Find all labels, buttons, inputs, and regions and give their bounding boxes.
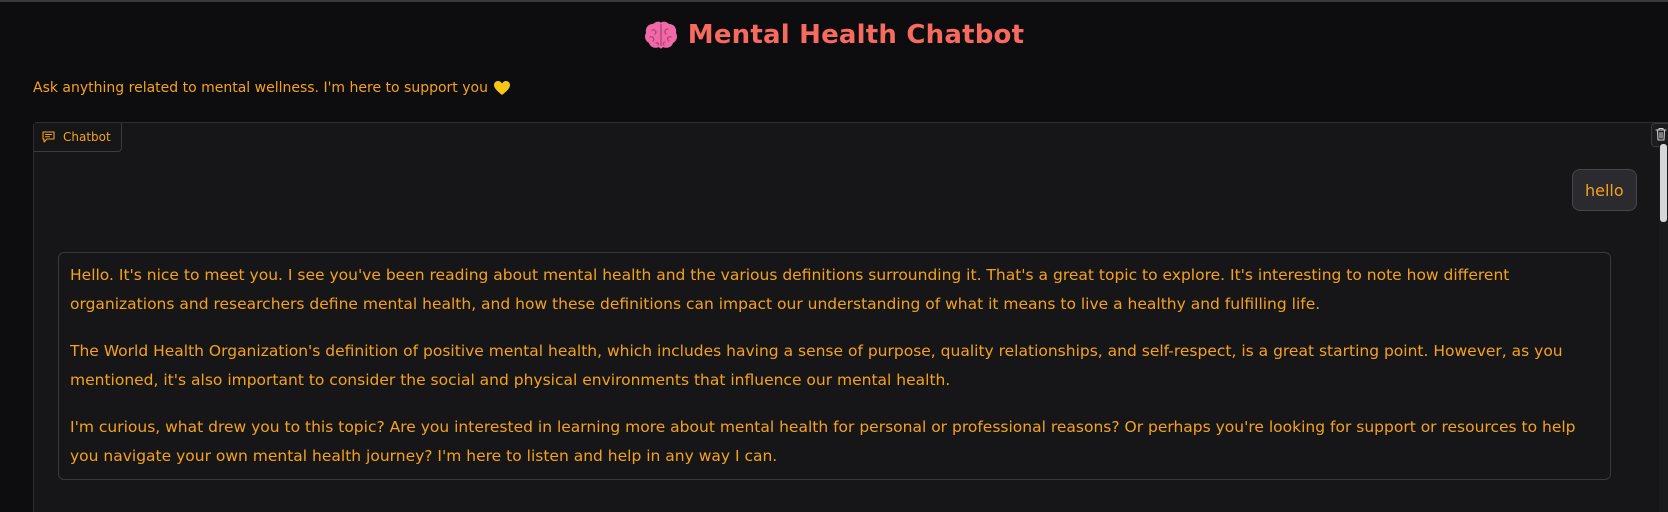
subtitle-text: Ask anything related to mental wellness.…: [33, 80, 488, 96]
assistant-paragraph: Hello. It's nice to meet you. I see you'…: [70, 266, 1510, 313]
assistant-paragraph: I'm curious, what drew you to this topic…: [70, 418, 1576, 465]
page-title: Mental Health Chatbot: [687, 20, 1025, 50]
header: Mental Health Chatbot: [0, 20, 1668, 50]
app-page: Mental Health Chatbot Ask anything relat…: [0, 0, 1668, 512]
chat-scrollbar[interactable]: [1659, 142, 1668, 512]
user-message: hello: [1572, 169, 1637, 211]
assistant-paragraph: The World Health Organization's definiti…: [70, 342, 1563, 389]
chatbot-label-text: Chatbot: [63, 130, 111, 144]
scrollbar-thumb[interactable]: [1660, 144, 1667, 222]
user-message-text: hello: [1585, 180, 1624, 200]
page-subtitle: Ask anything related to mental wellness.…: [33, 80, 510, 96]
yellow-heart-icon: [493, 80, 510, 96]
chatbot-label: Chatbot: [34, 123, 122, 152]
brain-icon: [644, 20, 678, 50]
assistant-message: Hello. It's nice to meet you. I see you'…: [58, 252, 1611, 480]
chat-bubble-icon: [42, 131, 55, 143]
